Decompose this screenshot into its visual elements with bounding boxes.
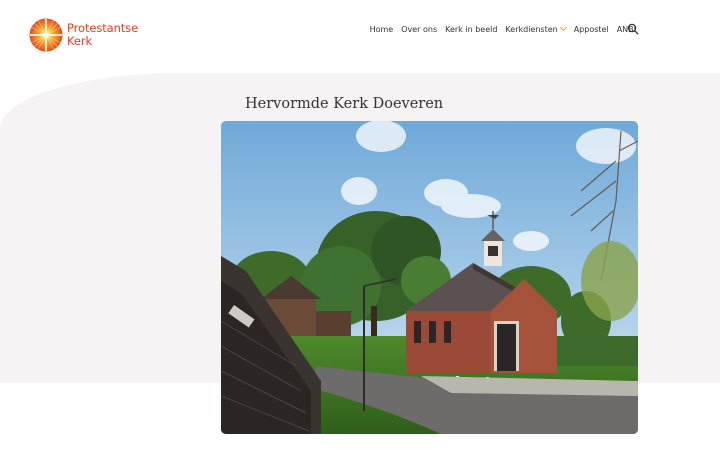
brand-wordmark: Protestantse Kerk — [67, 22, 138, 48]
nav-item-appostel[interactable]: Appostel — [574, 25, 609, 34]
page-title: Hervormde Kerk Doeveren — [245, 96, 444, 112]
nav-item-home[interactable]: Home — [370, 25, 394, 34]
church-photo-image — [221, 121, 638, 434]
chevron-down-icon — [559, 23, 567, 32]
main-nav: Home Over ons Kerk in beeld Kerkdiensten… — [370, 22, 636, 36]
brand-line-2: Kerk — [67, 34, 93, 48]
brand-logo-link[interactable]: Protestantse Kerk — [29, 18, 144, 54]
page: Protestantse Kerk Home Over ons Kerk in … — [0, 0, 720, 450]
nav-item-kerkdiensten[interactable]: Kerkdiensten — [505, 23, 567, 34]
nav-item-kerkdiensten-label: Kerkdiensten — [505, 24, 558, 34]
church-photo — [221, 121, 638, 434]
site-header: Protestantse Kerk Home Over ons Kerk in … — [0, 0, 720, 70]
nav-item-kerk-in-beeld[interactable]: Kerk in beeld — [445, 25, 497, 34]
brand-logo-icon — [29, 18, 63, 52]
nav-item-over-ons[interactable]: Over ons — [401, 25, 437, 34]
search-icon[interactable] — [627, 23, 639, 35]
